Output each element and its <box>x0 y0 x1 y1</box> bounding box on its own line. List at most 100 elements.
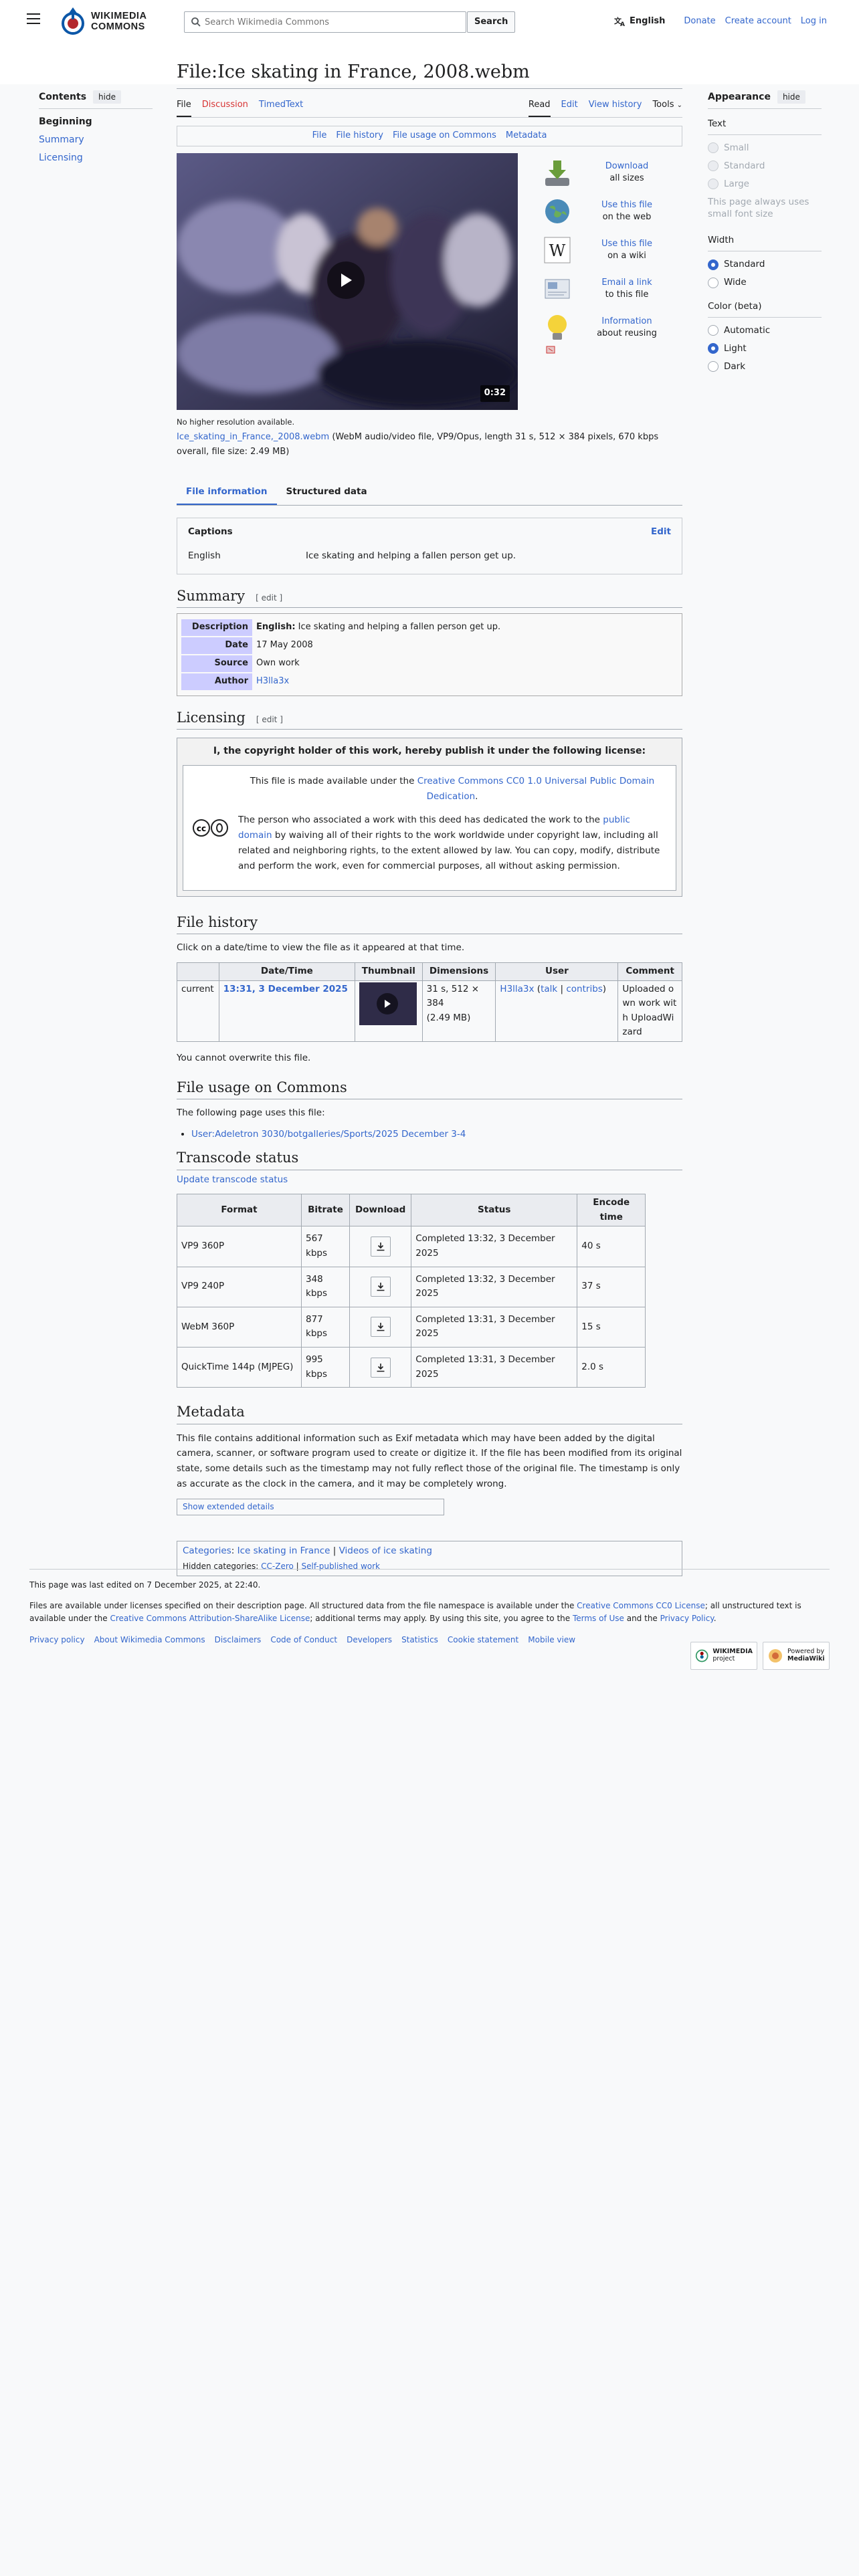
language-label: English <box>630 16 666 26</box>
cell: 567 kbps <box>301 1226 350 1267</box>
appearance-hide-button[interactable]: hide <box>777 90 805 104</box>
cc0-link[interactable]: Creative Commons CC0 1.0 Universal Publi… <box>417 776 655 802</box>
licensing-edit-link[interactable]: [ edit ] <box>256 714 283 726</box>
tab-timedtext[interactable]: TimedText <box>259 94 303 117</box>
wikimedia-project-badge[interactable]: WIKIMEDIA project <box>690 1642 757 1670</box>
row-key: Date <box>181 637 252 655</box>
download-icon[interactable] <box>370 1357 391 1378</box>
footer-link[interactable]: Developers <box>347 1634 392 1646</box>
download-link[interactable]: Download <box>605 161 649 171</box>
file-toc: File File history File usage on Commons … <box>177 126 682 147</box>
search-button[interactable]: Search <box>467 11 516 33</box>
cc-by-sa-link[interactable]: Creative Commons Attribution-ShareAlike … <box>110 1614 310 1623</box>
filetoc-history[interactable]: File history <box>336 129 383 143</box>
talk-link[interactable]: talk <box>541 984 557 994</box>
file-link[interactable]: Ice_skating_in_France,_2008.webm <box>177 432 329 442</box>
text-large-option[interactable]: Large <box>708 175 822 193</box>
footer-link[interactable]: About Wikimedia Commons <box>94 1634 205 1646</box>
download-icon[interactable] <box>370 1317 391 1337</box>
footer-link[interactable]: Code of Conduct <box>270 1634 337 1646</box>
toc-item-beginning[interactable]: Beginning <box>39 113 153 131</box>
footer-link[interactable]: Mobile view <box>528 1634 575 1646</box>
tab-read[interactable]: Read <box>528 94 551 118</box>
usage-link[interactable]: User:Adeletron 3030/botgalleries/Sports/… <box>191 1129 466 1140</box>
language-selector[interactable]: 文A English <box>614 15 665 29</box>
col-header <box>177 962 219 981</box>
tab-structured-data[interactable]: Structured data <box>277 481 377 505</box>
show-extended-details-button[interactable]: Show extended details <box>177 1499 444 1516</box>
toc-hide-button[interactable]: hide <box>93 90 121 104</box>
tab-file[interactable]: File <box>177 94 191 118</box>
category-link[interactable]: Ice skating in France <box>237 1545 330 1556</box>
footer-link[interactable]: Disclaimers <box>215 1634 262 1646</box>
text-standard-option[interactable]: Standard <box>708 157 822 175</box>
option-label: Standard <box>724 259 765 270</box>
captions-edit-button[interactable]: Edit <box>651 525 671 540</box>
author-link[interactable]: H3lla3x <box>256 675 289 689</box>
color-light-option[interactable]: Light <box>708 340 822 358</box>
donate-link[interactable]: Donate <box>684 15 715 29</box>
license-details: The person who associated a work with th… <box>238 813 666 874</box>
create-account-link[interactable]: Create account <box>725 15 791 29</box>
footer-link[interactable]: Privacy policy <box>29 1634 85 1646</box>
text: . <box>475 791 478 802</box>
email-link-action[interactable]: Email a link to this file <box>542 270 673 308</box>
use-on-web-link[interactable]: Use this file <box>601 200 652 210</box>
terms-of-use-link[interactable]: Terms of Use <box>573 1614 624 1623</box>
color-automatic-option[interactable]: Automatic <box>708 322 822 340</box>
download-icon[interactable] <box>370 1236 391 1257</box>
tab-discussion[interactable]: Discussion <box>202 94 248 117</box>
summary-edit-link[interactable]: [ edit ] <box>256 593 282 604</box>
download-cell <box>349 1306 412 1348</box>
play-button-icon[interactable] <box>327 261 365 300</box>
version-thumbnail[interactable] <box>359 982 417 1025</box>
video-player[interactable]: 0:32 <box>177 153 518 411</box>
lightbulb-icon <box>542 312 573 343</box>
report-icon[interactable] <box>546 344 673 359</box>
filetoc-file[interactable]: File <box>312 129 327 143</box>
toc-item-summary[interactable]: Summary <box>39 131 153 149</box>
update-transcode-link[interactable]: Update transcode status <box>177 1174 288 1185</box>
use-on-wiki-action[interactable]: W Use this file on a wiki <box>542 231 673 270</box>
width-standard-option[interactable]: Standard <box>708 255 822 274</box>
use-on-web-action[interactable]: Use this file on the web <box>542 192 673 231</box>
main-content: File:Ice skating in France, 2008.webm Fi… <box>177 60 682 1577</box>
filetoc-usage[interactable]: File usage on Commons <box>393 129 496 143</box>
category-link[interactable]: Videos of ice skating <box>339 1545 432 1556</box>
color-dark-option[interactable]: Dark <box>708 358 822 376</box>
download-icon <box>542 157 573 188</box>
use-on-wiki-link[interactable]: Use this file <box>601 239 652 249</box>
download-icon[interactable] <box>370 1277 391 1297</box>
reuse-info-link[interactable]: Information <box>601 316 652 326</box>
reuse-info-action[interactable]: Information about reusing <box>542 308 673 347</box>
powered-by-mediawiki-badge[interactable]: Powered by MediaWiki <box>763 1642 830 1670</box>
contribs-link[interactable]: contribs <box>566 984 602 994</box>
dim-line: 31 s, 512 × <box>426 983 480 994</box>
info-tabs: File information Structured data <box>177 481 682 506</box>
login-link[interactable]: Log in <box>801 15 827 29</box>
footer-link[interactable]: Statistics <box>401 1634 438 1646</box>
cc0-license-link[interactable]: Creative Commons CC0 License <box>577 1601 705 1610</box>
site-logo[interactable]: WIKIMEDIA COMMONS <box>60 6 147 38</box>
tab-tools[interactable]: Tools ⌄ <box>652 94 682 117</box>
option-label: Wide <box>724 277 747 288</box>
toc-item-licensing[interactable]: Licensing <box>39 149 153 167</box>
categories-label-link[interactable]: Categories <box>183 1545 231 1556</box>
download-action[interactable]: Download all sizes <box>542 153 673 192</box>
user-link[interactable]: H3lla3x <box>500 984 534 994</box>
filetoc-metadata[interactable]: Metadata <box>506 129 547 143</box>
tab-file-information[interactable]: File information <box>177 481 277 505</box>
tab-view-history[interactable]: View history <box>589 94 642 117</box>
footer-link[interactable]: Cookie statement <box>448 1634 518 1646</box>
main-menu-icon[interactable] <box>27 13 40 24</box>
email-link[interactable]: Email a link <box>601 278 652 288</box>
text-small-option[interactable]: Small <box>708 139 822 157</box>
metadata-text: This file contains additional informatio… <box>177 1432 682 1490</box>
logo-line-1: WIKIMEDIA <box>91 11 147 22</box>
radio-icon <box>708 142 719 154</box>
search-input[interactable] <box>205 17 466 27</box>
version-datetime-link[interactable]: 13:31, 3 December 2025 <box>223 984 348 994</box>
tab-edit[interactable]: Edit <box>561 94 578 117</box>
privacy-policy-link[interactable]: Privacy Policy <box>660 1614 714 1623</box>
width-wide-option[interactable]: Wide <box>708 274 822 292</box>
